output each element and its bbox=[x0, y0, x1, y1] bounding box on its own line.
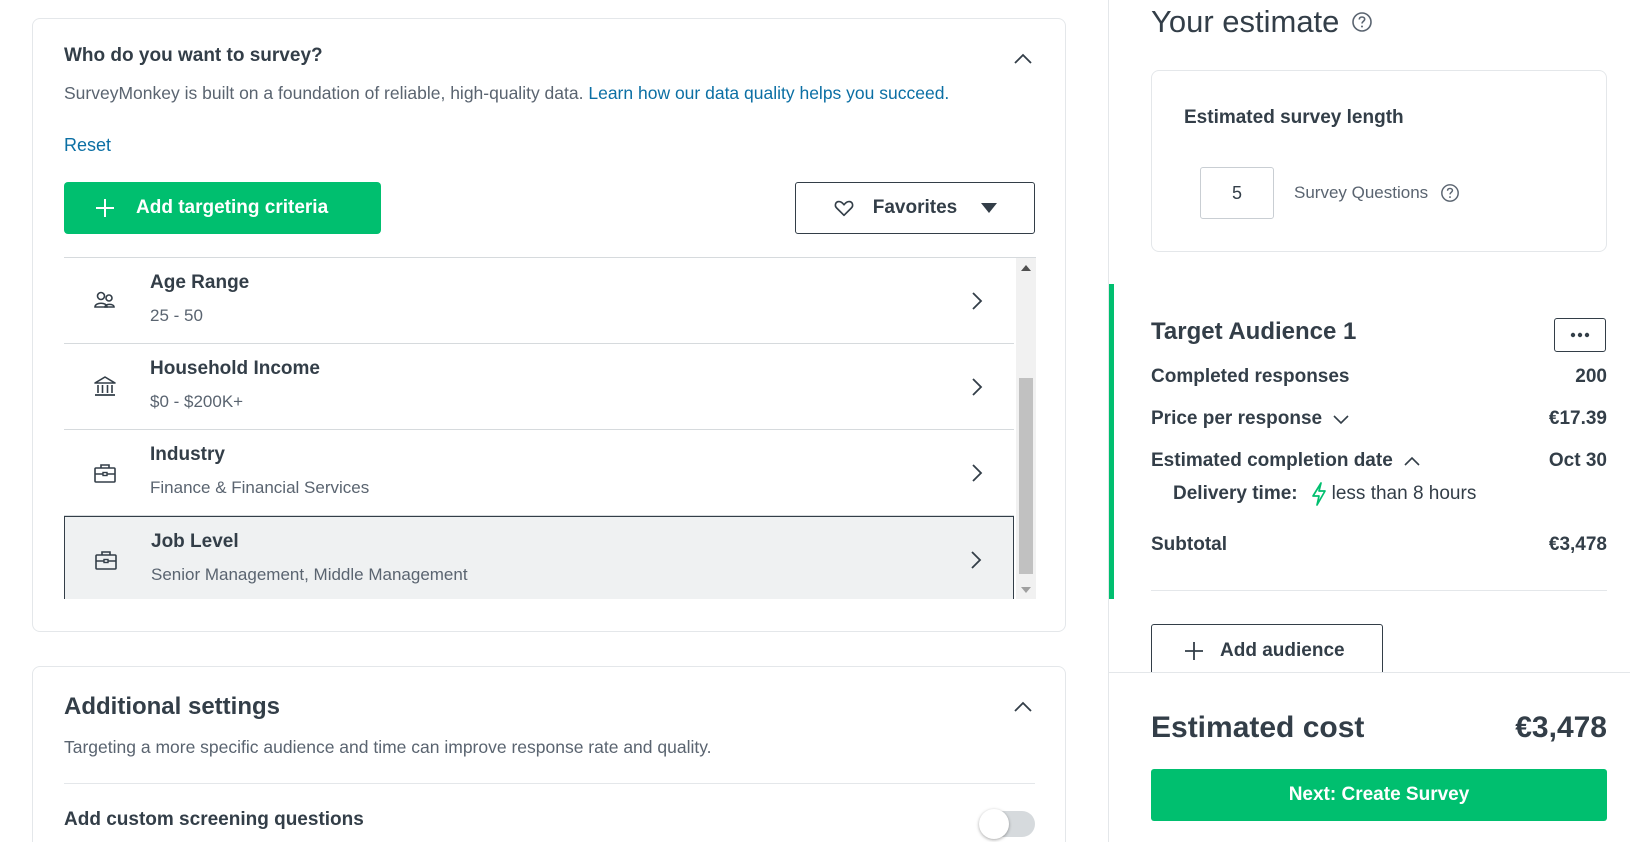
more-dots-icon bbox=[1570, 332, 1590, 338]
survey-length-title: Estimated survey length bbox=[1184, 107, 1404, 128]
estimate-panel: Your estimate Estimated survey length Su… bbox=[1108, 0, 1630, 842]
additional-settings-title: Additional settings bbox=[64, 693, 280, 720]
criteria-value: Finance & Financial Services bbox=[150, 478, 370, 497]
reset-link[interactable]: Reset bbox=[64, 135, 111, 156]
plus-icon bbox=[1185, 642, 1203, 660]
criteria-item-age-range[interactable]: Age Range 25 - 50 bbox=[64, 258, 1014, 344]
chevron-right-icon bbox=[971, 551, 982, 569]
audience-accent-bar bbox=[1109, 284, 1114, 599]
page: Who do you want to survey? SurveyMonkey … bbox=[0, 0, 1630, 842]
data-quality-text: SurveyMonkey is built on a foundation of… bbox=[64, 83, 584, 103]
subtotal-value: €3,478 bbox=[1548, 534, 1607, 555]
who-to-survey-title: Who do you want to survey? bbox=[64, 45, 323, 66]
criteria-item-industry[interactable]: Industry Finance & Financial Services bbox=[64, 430, 1014, 516]
criteria-item-job-level[interactable]: Job Level Senior Management, Middle Mana… bbox=[64, 516, 1014, 599]
chevron-right-icon bbox=[972, 464, 983, 482]
help-icon[interactable] bbox=[1440, 183, 1460, 203]
price-per-response-label-group: Price per response bbox=[1151, 408, 1350, 430]
chevron-right-icon bbox=[972, 292, 983, 310]
help-icon[interactable] bbox=[1351, 11, 1373, 33]
completion-date-label: Estimated completion date bbox=[1151, 450, 1393, 471]
add-targeting-criteria-button[interactable]: Add targeting criteria bbox=[64, 182, 381, 234]
divider bbox=[1151, 590, 1607, 591]
favorites-label: Favorites bbox=[872, 197, 958, 218]
subtotal-row: Subtotal €3,478 bbox=[1151, 534, 1607, 556]
survey-length-card: Estimated survey length Survey Questions bbox=[1151, 70, 1607, 252]
add-targeting-criteria-label: Add targeting criteria bbox=[136, 197, 329, 218]
criteria-item-household-income[interactable]: Household Income $0 - $200K+ bbox=[64, 344, 1014, 430]
delivery-time-value: less than 8 hours bbox=[1331, 483, 1477, 504]
estimate-footer: Estimated cost €3,478 Next: Create Surve… bbox=[1109, 672, 1630, 842]
divider bbox=[64, 783, 1035, 784]
your-estimate-label: Your estimate bbox=[1151, 4, 1340, 39]
delivery-time-label: Delivery time: bbox=[1173, 483, 1298, 504]
survey-questions-label-group: Survey Questions bbox=[1294, 183, 1460, 203]
scroll-up-arrow-icon[interactable] bbox=[1021, 264, 1031, 272]
caret-down-icon bbox=[981, 203, 998, 213]
scroll-down-arrow-icon[interactable] bbox=[1021, 586, 1031, 594]
who-to-survey-description: SurveyMonkey is built on a foundation of… bbox=[64, 83, 949, 104]
estimated-cost-label: Estimated cost bbox=[1151, 711, 1365, 744]
criteria-name: Industry bbox=[150, 444, 225, 465]
add-audience-label: Add audience bbox=[1220, 640, 1345, 661]
criteria-value: 25 - 50 bbox=[150, 306, 203, 325]
chevron-up-icon[interactable] bbox=[1011, 695, 1035, 719]
data-quality-link[interactable]: Learn how our data quality helps you suc… bbox=[588, 83, 949, 103]
subtotal-label: Subtotal bbox=[1151, 534, 1227, 555]
criteria-value: Senior Management, Middle Management bbox=[151, 565, 468, 584]
who-to-survey-card: Who do you want to survey? SurveyMonkey … bbox=[32, 18, 1066, 632]
completed-responses-value: 200 bbox=[1575, 366, 1607, 387]
custom-screening-toggle[interactable] bbox=[979, 809, 1035, 839]
additional-settings-card: Additional settings Targeting a more spe… bbox=[32, 666, 1066, 842]
completion-date-row: Estimated completion date Oct 30 bbox=[1151, 450, 1607, 472]
target-audience-title: Target Audience 1 bbox=[1151, 318, 1357, 345]
toggle-knob bbox=[979, 809, 1009, 839]
lightning-bolt-icon bbox=[1311, 482, 1326, 506]
briefcase-icon bbox=[92, 460, 118, 486]
price-per-response-label: Price per response bbox=[1151, 408, 1323, 429]
briefcase-icon bbox=[93, 547, 119, 573]
targeting-criteria-list: Age Range 25 - 50 Household Income $0 - … bbox=[64, 257, 1036, 599]
estimated-cost-value: €3,478 bbox=[1515, 711, 1607, 744]
custom-screening-label: Add custom screening questions bbox=[64, 809, 364, 830]
criteria-name: Job Level bbox=[151, 531, 239, 552]
survey-questions-input[interactable] bbox=[1200, 167, 1274, 219]
chevron-up-icon[interactable] bbox=[1403, 455, 1421, 467]
add-audience-button[interactable]: Add audience bbox=[1151, 624, 1383, 678]
completion-date-value: Oct 30 bbox=[1548, 450, 1607, 471]
criteria-name: Age Range bbox=[150, 272, 250, 293]
bank-icon bbox=[92, 374, 118, 400]
criteria-scrollbar[interactable] bbox=[1016, 258, 1036, 599]
criteria-value: $0 - $200K+ bbox=[150, 392, 244, 411]
scrollbar-thumb[interactable] bbox=[1019, 378, 1033, 574]
plus-icon bbox=[96, 199, 114, 217]
heart-icon bbox=[834, 200, 854, 217]
completed-responses-label: Completed responses bbox=[1151, 366, 1350, 387]
chevron-down-icon[interactable] bbox=[1332, 413, 1350, 425]
delivery-time-row: Delivery time: less than 8 hours bbox=[1173, 482, 1476, 506]
audience-more-button[interactable] bbox=[1554, 318, 1606, 352]
completion-date-label-group: Estimated completion date bbox=[1151, 450, 1421, 472]
price-per-response-row: Price per response €17.39 bbox=[1151, 408, 1607, 430]
price-per-response-value: €17.39 bbox=[1548, 408, 1607, 429]
people-icon bbox=[92, 288, 118, 314]
chevron-right-icon bbox=[972, 378, 983, 396]
next-create-survey-button[interactable]: Next: Create Survey bbox=[1151, 769, 1607, 821]
chevron-up-icon[interactable] bbox=[1011, 47, 1035, 71]
your-estimate-title: Your estimate bbox=[1151, 4, 1373, 40]
criteria-name: Household Income bbox=[150, 358, 320, 379]
completed-responses-row: Completed responses 200 bbox=[1151, 366, 1607, 388]
additional-settings-description: Targeting a more specific audience and t… bbox=[64, 737, 712, 757]
favorites-dropdown[interactable]: Favorites bbox=[795, 182, 1035, 234]
survey-questions-label: Survey Questions bbox=[1294, 183, 1429, 202]
